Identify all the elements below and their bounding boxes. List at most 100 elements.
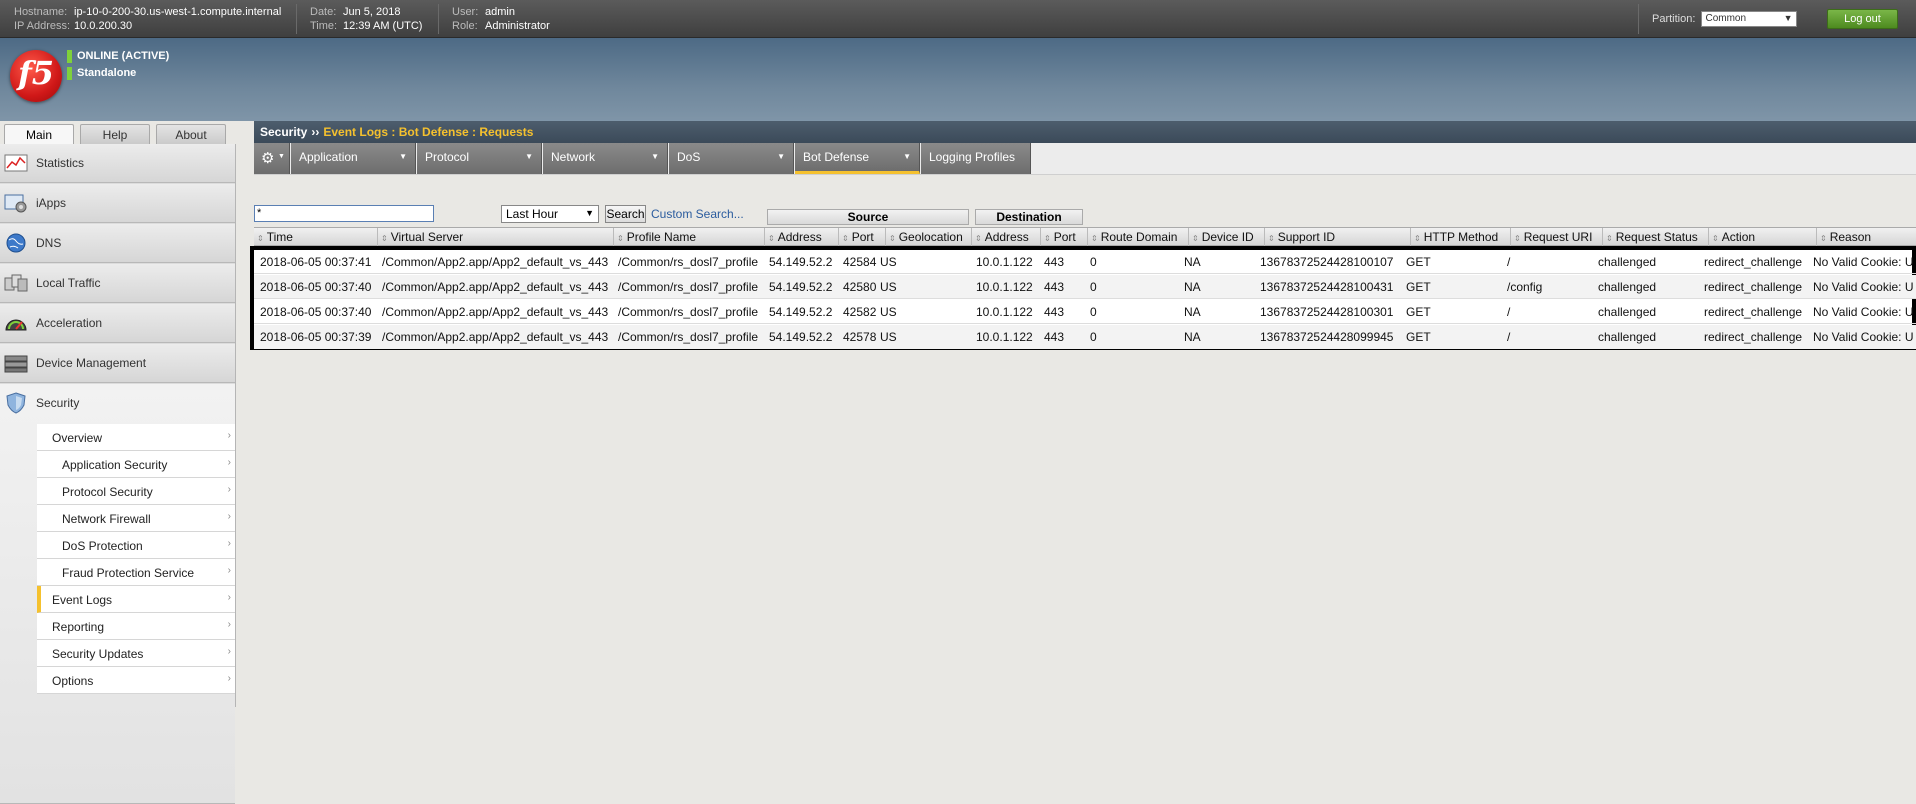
col-action[interactable]: ⇕ Action (1708, 228, 1816, 246)
submenu-reporting[interactable]: Reporting › (37, 613, 235, 640)
status-text: Standalone (77, 67, 137, 79)
time-range-value: Last Hour (506, 207, 559, 221)
menu-protocol[interactable]: Protocol ▼ (417, 143, 542, 174)
col-virtual-server[interactable]: ⇕ Virtual Server (377, 228, 613, 246)
sidebar-item-local-traffic[interactable]: Local Traffic (0, 264, 235, 303)
submenu-fraud-protection-service[interactable]: Fraud Protection Service › (37, 559, 235, 586)
tab-help[interactable]: Help (80, 124, 150, 145)
cell-http-method: GET (1406, 305, 1431, 319)
menu-network[interactable]: Network ▼ (543, 143, 668, 174)
sidebar: Statistics iApps DNS Local Traffic Accel… (0, 144, 236, 804)
role-label: Role: (452, 20, 478, 32)
cell-source-port: 42582 (843, 305, 877, 319)
search-button[interactable]: Search (605, 205, 646, 223)
sidebar-item-iapps[interactable]: iApps (0, 184, 235, 223)
col-geolocation[interactable]: ⇕ Geolocation (885, 228, 971, 246)
sort-icon: ⇕ (617, 234, 624, 243)
col-source-port[interactable]: ⇕ Port (838, 228, 885, 246)
cell-destination-address: 10.0.1.122 (976, 330, 1033, 344)
menu-label: Logging Profiles (929, 150, 1016, 164)
menu-dos[interactable]: DoS ▼ (669, 143, 794, 174)
sidebar-item-statistics[interactable]: Statistics (0, 144, 235, 183)
cell-reason: No Valid Cookie: U (1813, 305, 1914, 319)
iapps-gear-icon (3, 191, 29, 215)
table-row[interactable]: 2018-06-05 00:37:40 /Common/App2.app/App… (254, 275, 1916, 299)
partition-label: Partition: (1652, 12, 1696, 25)
cell-request-uri: /config (1507, 280, 1543, 294)
sidebar-item-dns[interactable]: DNS (0, 224, 235, 263)
device-icon (3, 351, 29, 375)
submenu-label: Application Security (62, 458, 168, 472)
col-support-id[interactable]: ⇕ Support ID (1264, 228, 1410, 246)
submenu-options[interactable]: Options › (37, 667, 235, 694)
top-info-bar: Hostname: ip-10-0-200-30.us-west-1.comput… (0, 0, 1916, 38)
submenu-protocol-security[interactable]: Protocol Security › (37, 478, 235, 505)
date-label: Date: (310, 6, 337, 18)
status-online: ONLINE (ACTIVE) (67, 50, 169, 63)
servers-icon (3, 271, 29, 295)
cell-profile-name: /Common/rs_dosl7_profile (618, 255, 759, 269)
breadcrumb-root[interactable]: Security (260, 125, 307, 139)
col-reason[interactable]: ⇕ Reason (1816, 228, 1916, 246)
chevron-right-icon: › (227, 619, 231, 630)
chevron-right-icon: › (227, 538, 231, 549)
sort-icon: ⇕ (381, 234, 388, 243)
gear-menu-button[interactable]: ⚙ ▼ (254, 143, 290, 174)
cell-reason: No Valid Cookie: U (1813, 255, 1914, 269)
time-range-select[interactable]: Last Hour ▼ (501, 205, 599, 223)
sort-icon: ⇕ (1514, 234, 1521, 243)
custom-search-link[interactable]: Custom Search... (651, 207, 744, 221)
submenu-event-logs[interactable]: Event Logs › (37, 586, 235, 613)
col-profile-name[interactable]: ⇕ Profile Name (613, 228, 764, 246)
submenu-overview[interactable]: Overview › (37, 424, 235, 451)
submenu-application-security[interactable]: Application Security › (37, 451, 235, 478)
sidebar-item-acceleration[interactable]: Acceleration (0, 304, 235, 343)
table-row[interactable]: 2018-06-05 00:37:40 /Common/App2.app/App… (254, 300, 1916, 324)
cell-source-address: 54.149.52.2 (769, 305, 833, 319)
hostname-value: ip-10-0-200-30.us-west-1.compute.interna… (74, 6, 282, 18)
col-request-uri[interactable]: ⇕ Request URI (1510, 228, 1602, 246)
cell-source-port: 42584 (843, 255, 877, 269)
col-device-id[interactable]: ⇕ Device ID (1188, 228, 1264, 246)
tab-about[interactable]: About (156, 124, 226, 145)
col-destination-address[interactable]: ⇕ Address (971, 228, 1040, 246)
globe-icon (3, 231, 29, 255)
search-input[interactable]: * (254, 205, 434, 222)
cell-request-status: challenged (1598, 255, 1657, 269)
submenu-network-firewall[interactable]: Network Firewall › (37, 505, 235, 532)
cell-time: 2018-06-05 00:37:39 (260, 330, 372, 344)
sidebar-item-label: DNS (36, 236, 62, 250)
col-time[interactable]: ⇕ Time (254, 228, 377, 246)
submenu-dos-protection[interactable]: DoS Protection › (37, 532, 235, 559)
table-row[interactable]: 2018-06-05 00:37:39 /Common/App2.app/App… (254, 325, 1916, 349)
shield-icon (3, 391, 29, 415)
col-http-method[interactable]: ⇕ HTTP Method (1410, 228, 1510, 246)
menu-application[interactable]: Application ▼ (291, 143, 416, 174)
destination-group-header: Destination (975, 209, 1083, 225)
cell-time: 2018-06-05 00:37:40 (260, 280, 372, 294)
submenu-label: Event Logs (52, 593, 113, 607)
menu-bot-defense[interactable]: Bot Defense ▼ (795, 143, 920, 174)
cell-route-domain: 0 (1090, 255, 1097, 269)
menu-logging-profiles[interactable]: Logging Profiles (921, 143, 1031, 174)
cell-virtual-server: /Common/App2.app/App2_default_vs_443 (382, 330, 609, 344)
f5-logo[interactable]: f5 (10, 50, 62, 102)
table-row[interactable]: 2018-06-05 00:37:41 /Common/App2.app/App… (254, 250, 1916, 274)
cell-profile-name: /Common/rs_dosl7_profile (618, 305, 759, 319)
chevron-down-icon: ▼ (651, 152, 659, 161)
divider (1638, 4, 1639, 34)
col-destination-port[interactable]: ⇕ Port (1040, 228, 1087, 246)
sidebar-item-device-management[interactable]: Device Management (0, 344, 235, 383)
breadcrumb-path[interactable]: Event Logs : Bot Defense : Requests (323, 125, 533, 139)
submenu-label: Reporting (52, 620, 105, 634)
col-source-address[interactable]: ⇕ Address (764, 228, 838, 246)
submenu-security-updates[interactable]: Security Updates › (37, 640, 235, 667)
tab-main[interactable]: Main (4, 124, 74, 146)
cell-geolocation: US (880, 330, 897, 344)
col-route-domain[interactable]: ⇕ Route Domain (1087, 228, 1188, 246)
logout-button[interactable]: Log out (1827, 9, 1898, 29)
cell-device-id: NA (1184, 305, 1201, 319)
sort-icon: ⇕ (1712, 234, 1719, 243)
col-request-status[interactable]: ⇕ Request Status (1602, 228, 1708, 246)
partition-dropdown[interactable]: Common ▼ (1701, 11, 1798, 27)
